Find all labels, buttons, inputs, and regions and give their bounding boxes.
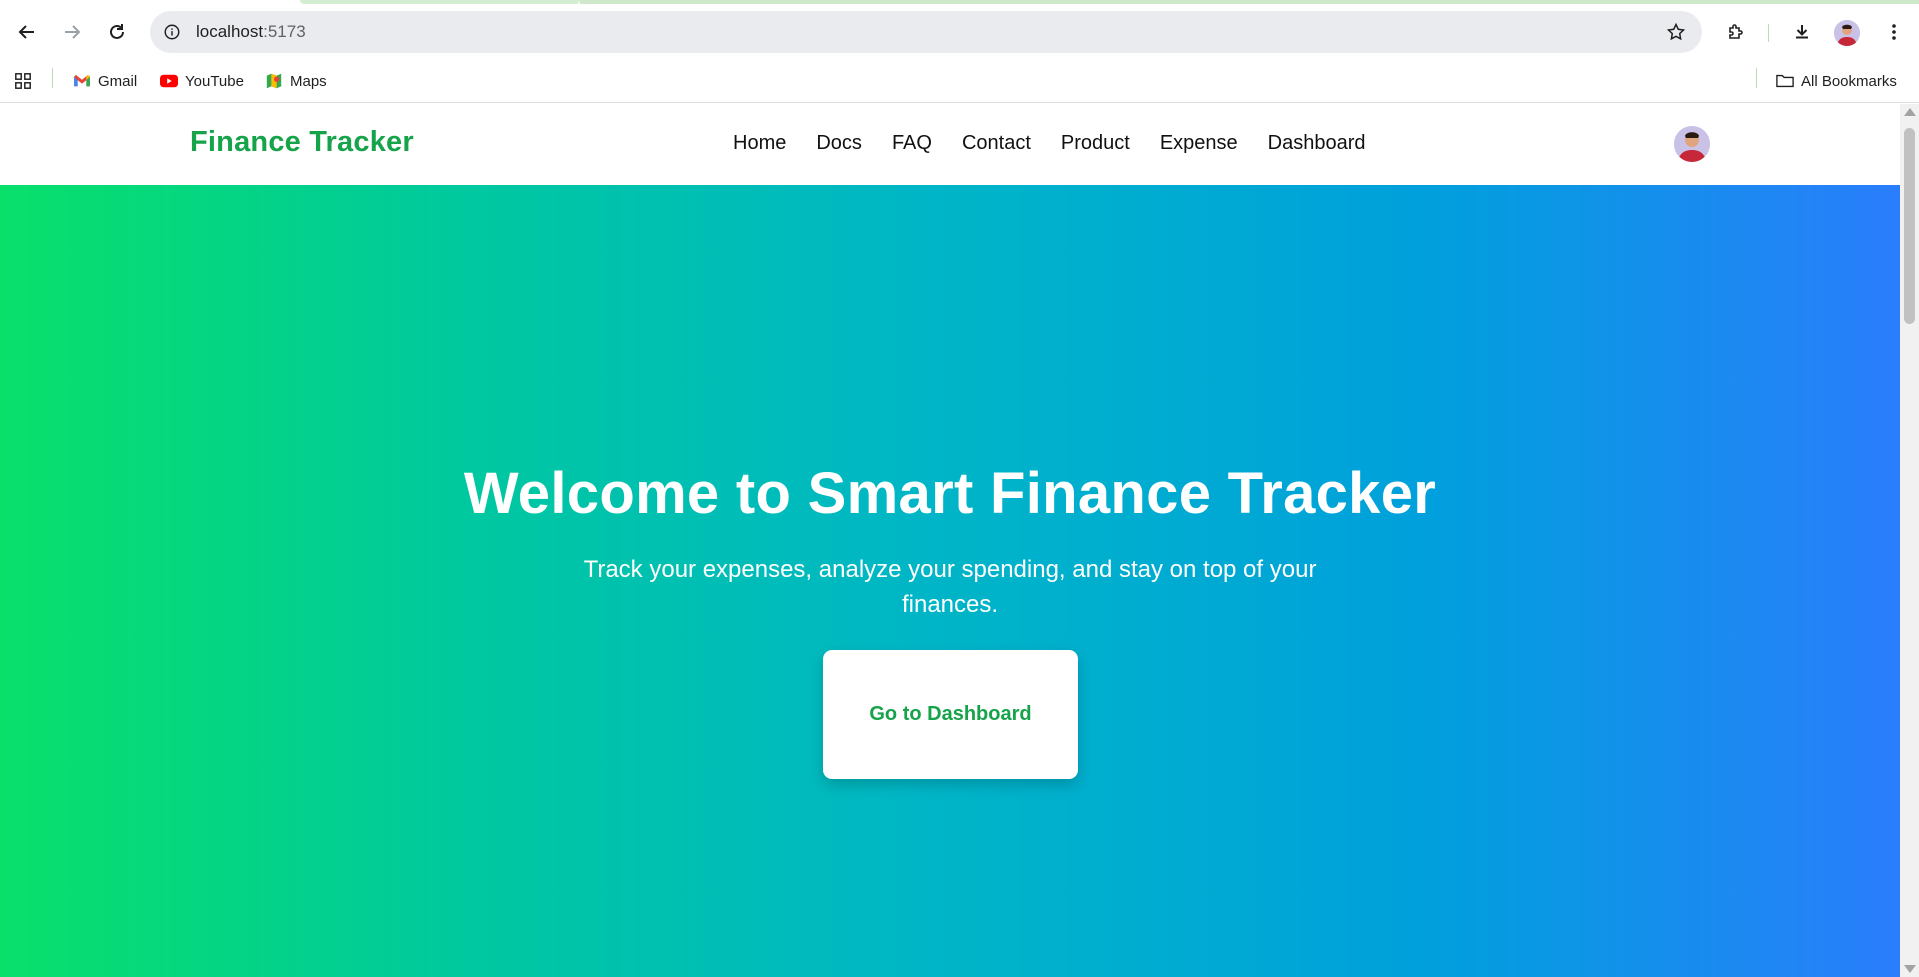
main-nav: Home Docs FAQ Contact Product Expense Da… [733, 132, 1396, 155]
url-host: localhost [196, 22, 264, 41]
site-info-icon[interactable] [160, 20, 184, 44]
bookmark-star-icon[interactable] [1664, 20, 1688, 44]
site-header: Finance Tracker Home Docs FAQ Contact Pr… [0, 104, 1900, 185]
bookmark-gmail[interactable]: Gmail [73, 68, 137, 94]
site-brand[interactable]: Finance Tracker [190, 126, 414, 159]
folder-icon [1776, 72, 1794, 90]
bookmark-maps[interactable]: Maps [265, 68, 327, 94]
hero-subtitle: Track your expenses, analyze your spendi… [583, 556, 1317, 618]
youtube-icon [160, 72, 178, 90]
address-bar[interactable]: localhost:5173 [150, 11, 1702, 53]
page-viewport: Finance Tracker Home Docs FAQ Contact Pr… [0, 104, 1900, 977]
bookmark-label: Gmail [98, 72, 138, 90]
all-bookmarks-button[interactable]: All Bookmarks [1776, 68, 1897, 94]
bookmark-label: YouTube [185, 72, 244, 90]
reload-button[interactable] [99, 14, 135, 50]
nav-expense[interactable]: Expense [1160, 132, 1238, 155]
page-scrollbar[interactable] [1900, 104, 1919, 977]
go-to-dashboard-button[interactable]: Go to Dashboard [823, 650, 1078, 779]
browser-profile-avatar[interactable] [1834, 20, 1860, 46]
all-bookmarks-label: All Bookmarks [1801, 72, 1897, 90]
bookmark-label: Maps [290, 72, 327, 90]
extensions-icon[interactable] [1718, 14, 1754, 50]
nav-docs[interactable]: Docs [816, 132, 862, 155]
scroll-down-arrow-icon[interactable] [1904, 965, 1916, 973]
bookmarks-bar: Gmail YouTube Maps All Bookmarks [0, 60, 1919, 103]
maps-icon [265, 72, 283, 90]
scroll-up-arrow-icon[interactable] [1904, 108, 1916, 116]
download-icon[interactable] [1784, 14, 1820, 50]
scrollbar-thumb[interactable] [1904, 128, 1915, 324]
nav-dashboard[interactable]: Dashboard [1268, 132, 1366, 155]
bookmark-youtube[interactable]: YouTube [160, 68, 244, 94]
user-avatar[interactable] [1674, 126, 1710, 162]
apps-grid-icon[interactable] [14, 68, 32, 94]
hero-section: Welcome to Smart Finance Tracker Track y… [0, 185, 1900, 977]
url-text[interactable]: localhost:5173 [196, 22, 306, 42]
bookmarks-divider [1756, 68, 1757, 88]
browser-menu-icon[interactable] [1876, 14, 1912, 50]
bookmarks-divider [52, 68, 53, 88]
browser-toolbar: localhost:5173 [0, 4, 1919, 60]
forward-arrow-icon [65, 25, 81, 39]
url-port: :5173 [263, 22, 306, 41]
hero-title: Welcome to Smart Finance Tracker [463, 461, 1437, 526]
nav-product[interactable]: Product [1061, 132, 1130, 155]
forward-button[interactable] [54, 14, 90, 50]
back-arrow-icon [18, 25, 34, 39]
nav-contact[interactable]: Contact [962, 132, 1031, 155]
reload-icon [110, 24, 124, 39]
back-button[interactable] [9, 14, 45, 50]
nav-faq[interactable]: FAQ [892, 132, 932, 155]
nav-home[interactable]: Home [733, 132, 786, 155]
toolbar-divider [1768, 24, 1769, 42]
gmail-icon [73, 72, 91, 90]
